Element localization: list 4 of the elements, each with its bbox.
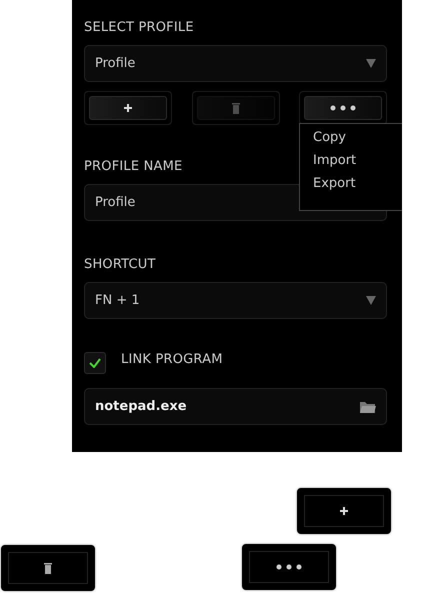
section-label: SHORTCUT xyxy=(84,257,156,272)
section-label: SELECT PROFILE xyxy=(84,20,194,35)
checkbox-label: LINK PROGRAM xyxy=(121,352,223,367)
section-label: PROFILE NAME xyxy=(84,159,182,174)
